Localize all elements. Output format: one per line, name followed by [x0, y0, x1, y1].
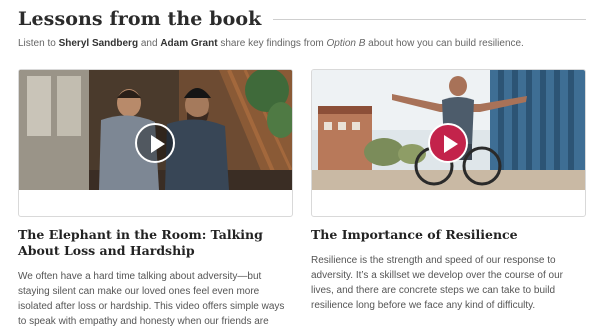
play-icon [444, 135, 458, 153]
play-icon [151, 135, 165, 153]
play-button[interactable] [428, 123, 468, 163]
video-card-resilience: The Importance of Resilience Resilience … [311, 69, 586, 313]
intro-middle: share key findings from [217, 38, 327, 49]
card-title[interactable]: The Elephant in the Room: Talking About … [18, 227, 293, 259]
title-divider [273, 18, 586, 20]
intro-name-sandberg: Sheryl Sandberg [58, 38, 139, 49]
intro-prefix: Listen to [18, 38, 59, 49]
intro-name-grant: Adam Grant [160, 38, 218, 49]
intro-and: and [138, 38, 161, 49]
card-description: We often have a hard time talking about … [18, 271, 285, 327]
card-description: Resilience is the strength and speed of … [311, 255, 563, 311]
video-player[interactable] [18, 69, 293, 217]
video-card-elephant: The Elephant in the Room: Talking About … [18, 69, 293, 328]
page-title: Lessons from the book [18, 8, 262, 30]
video-player[interactable] [311, 69, 586, 217]
intro-suffix: about how you can build resilience. [365, 38, 524, 49]
play-button[interactable] [135, 123, 175, 163]
intro-book-title: Option B [326, 38, 366, 49]
card-title[interactable]: The Importance of Resilience [311, 227, 586, 243]
section-header: Lessons from the book [18, 6, 586, 32]
intro-text: Listen to Sheryl Sandberg and Adam Grant… [18, 38, 588, 49]
